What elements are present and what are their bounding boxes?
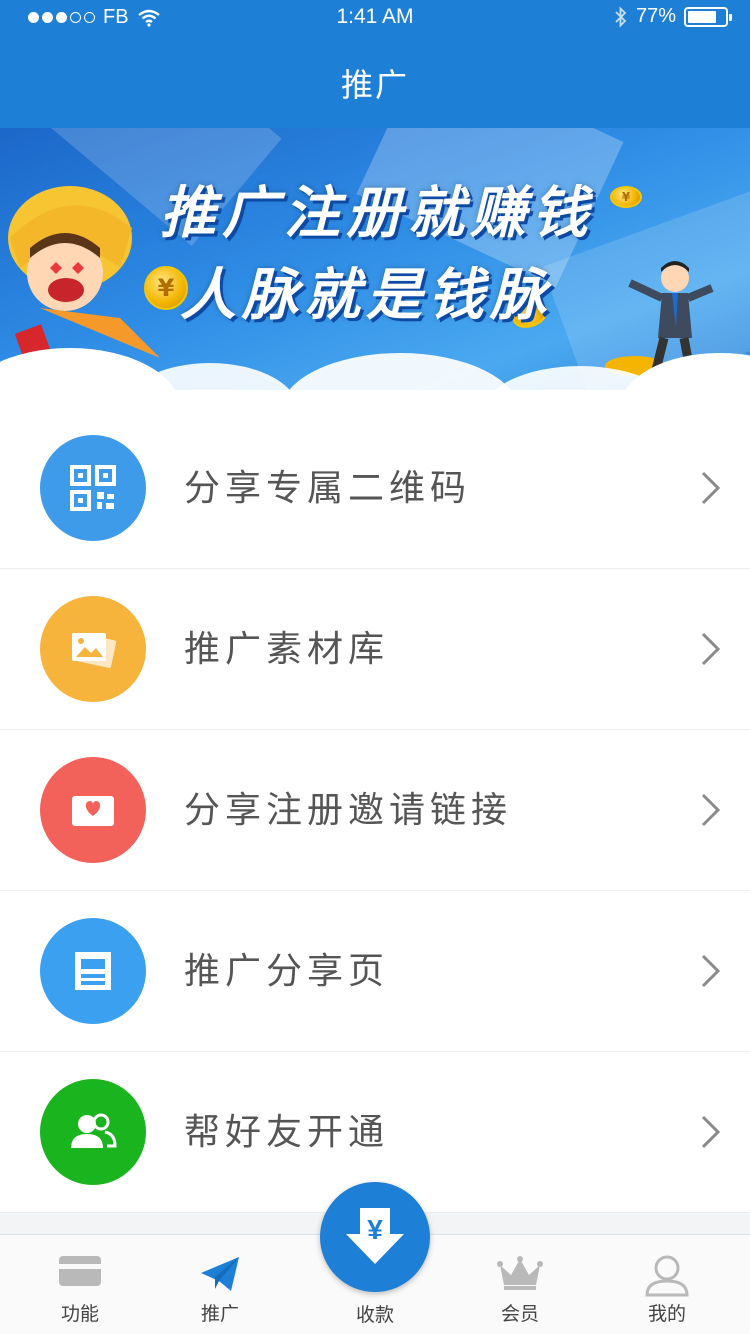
chevron-right-icon xyxy=(701,954,721,988)
tab-label: 会员 xyxy=(500,1303,539,1325)
tab-promotion[interactable]: 推广 xyxy=(145,1235,295,1334)
menu-item-qr-code[interactable]: 分享专属二维码 xyxy=(0,408,750,569)
menu-item-label: 推广素材库 xyxy=(184,629,390,670)
top-bar: FB 1:41 AM 77% 推广 xyxy=(0,0,750,128)
battery-percent: 77% xyxy=(635,5,676,27)
image-gallery-icon xyxy=(40,596,146,702)
qr-code-icon xyxy=(40,435,146,541)
tab-features[interactable]: 功能 xyxy=(5,1235,155,1334)
menu-item-materials[interactable]: 推广素材库 xyxy=(0,569,750,730)
status-bar: FB 1:41 AM 77% xyxy=(0,0,750,36)
tab-label: 功能 xyxy=(60,1303,99,1325)
page-icon xyxy=(40,918,146,1024)
chevron-right-icon xyxy=(701,632,721,666)
status-right: 77% xyxy=(614,5,732,28)
phone-screen: FB 1:41 AM 77% 推广 ¥ ¥ 推广注册就赚钱 人脉就是钱脉 分享专… xyxy=(0,0,750,1334)
battery-icon xyxy=(684,6,732,27)
bluetooth-icon xyxy=(615,5,627,28)
tab-membership[interactable]: 会员 xyxy=(445,1235,595,1334)
banner-headline: 推广注册就赚钱 xyxy=(160,181,594,246)
tab-mine[interactable]: 我的 xyxy=(592,1235,742,1334)
chevron-right-icon xyxy=(701,793,721,827)
chevron-right-icon xyxy=(701,1115,721,1149)
envelope-heart-icon xyxy=(40,757,146,863)
svg-text:¥: ¥ xyxy=(367,1214,383,1245)
menu-item-share-page[interactable]: 推广分享页 xyxy=(0,891,750,1052)
users-icon xyxy=(40,1079,146,1185)
card-icon xyxy=(59,1256,101,1286)
menu-item-label: 推广分享页 xyxy=(184,951,390,992)
promo-banner[interactable]: ¥ ¥ 推广注册就赚钱 人脉就是钱脉 xyxy=(0,128,750,408)
page-title: 推广 xyxy=(340,66,409,104)
tab-label: 收款 xyxy=(355,1304,394,1326)
promotion-menu: 分享专属二维码 推广素材库 分享注册邀请链接 推广分享页 帮好友开通 xyxy=(0,408,750,1213)
menu-item-invite-link[interactable]: 分享注册邀请链接 xyxy=(0,730,750,891)
banner-bottom-edge xyxy=(0,390,750,408)
banner-subheadline: 人脉就是钱脉 xyxy=(180,263,552,328)
tab-label: 推广 xyxy=(200,1303,239,1325)
profile-icon xyxy=(645,1255,689,1297)
yen-download-icon: ¥ xyxy=(346,1208,404,1264)
menu-item-label: 分享专属二维码 xyxy=(184,468,472,509)
chevron-right-icon xyxy=(701,471,721,505)
paper-plane-icon xyxy=(201,1257,239,1291)
coin-illustration: ¥ xyxy=(610,186,642,208)
tab-label: 我的 xyxy=(647,1303,686,1325)
crown-icon xyxy=(497,1256,543,1290)
menu-item-label: 分享注册邀请链接 xyxy=(184,790,513,831)
receive-payment-button[interactable]: ¥ xyxy=(320,1182,430,1292)
